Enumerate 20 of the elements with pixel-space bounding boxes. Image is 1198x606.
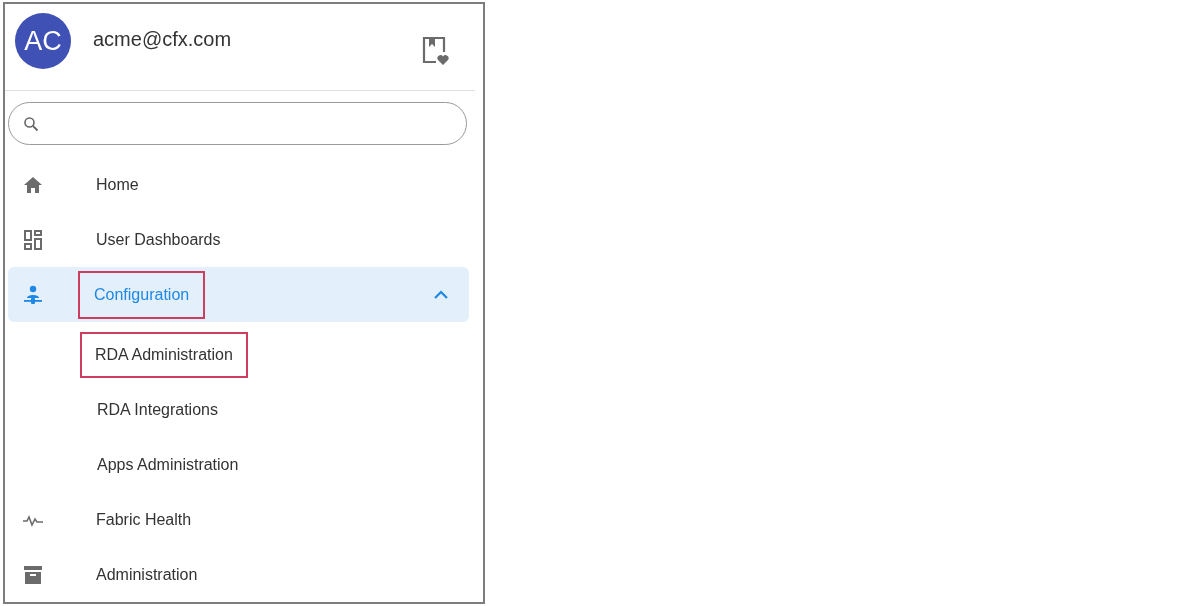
- nav-subitem[interactable]: RDA Integrations: [8, 382, 469, 437]
- nav-item[interactable]: Administration: [8, 547, 469, 602]
- nav-item[interactable]: Fabric Health: [8, 492, 469, 547]
- nav-label: Fabric Health: [95, 509, 193, 530]
- nav-label: Apps Administration: [96, 454, 240, 475]
- bookmark-heart-icon[interactable]: [421, 35, 449, 67]
- nav-label: User Dashboards: [95, 229, 222, 250]
- nav-item[interactable]: Home: [8, 157, 469, 212]
- nav-subitem[interactable]: RDA Administration: [8, 327, 469, 382]
- nav-item[interactable]: User Dashboards: [8, 212, 469, 267]
- avatar[interactable]: AC: [15, 13, 71, 69]
- nav-label: Home: [95, 174, 140, 195]
- user-email: acme@cfx.com: [93, 28, 233, 51]
- nav-label: Configuration: [78, 270, 206, 319]
- dashboards-icon: [21, 227, 45, 252]
- nav-label: RDA Administration: [80, 331, 248, 378]
- nav-label: Administration: [95, 564, 199, 585]
- nav-label: RDA Integrations: [96, 399, 219, 420]
- nav-subitem[interactable]: Apps Administration: [8, 437, 469, 492]
- search-icon: [23, 115, 39, 132]
